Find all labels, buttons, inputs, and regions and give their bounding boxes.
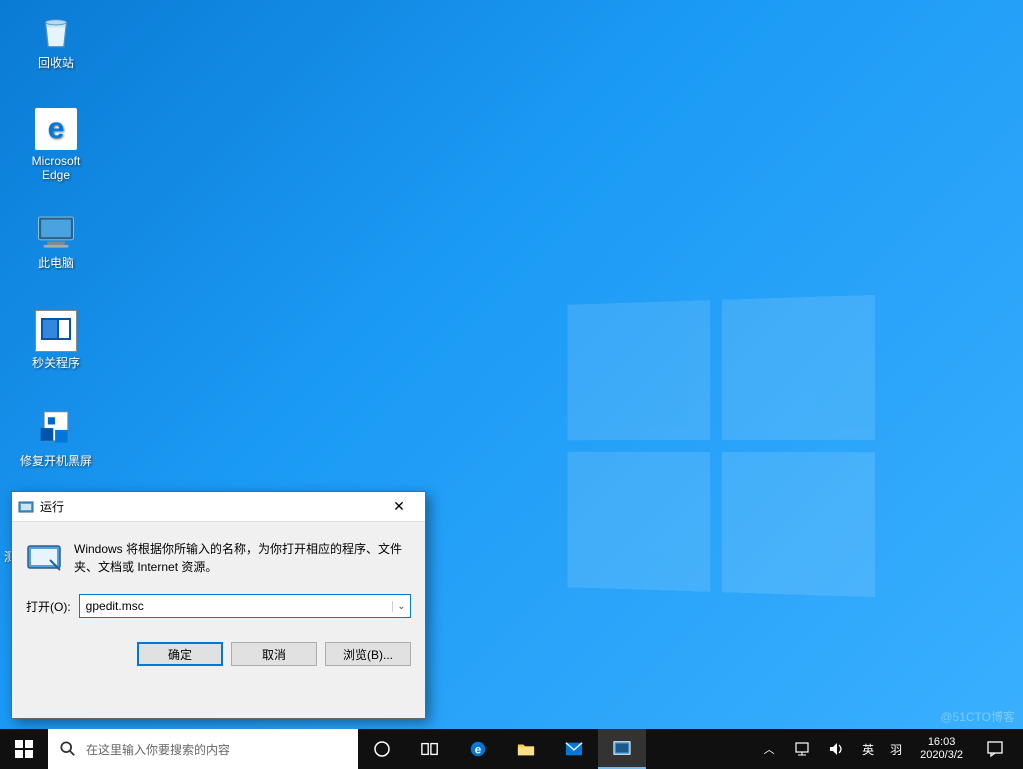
windows-icon	[15, 740, 33, 758]
desktop-icon-label: 此电脑	[18, 256, 94, 270]
cancel-button[interactable]: 取消	[231, 642, 317, 666]
cortana-icon	[373, 740, 391, 758]
taskbar-explorer[interactable]	[502, 729, 550, 769]
mail-icon	[565, 740, 583, 758]
tray-clock[interactable]: 16:03 2020/3/2	[910, 736, 973, 762]
run-icon	[18, 499, 34, 515]
close-icon: ✕	[393, 498, 405, 515]
taskbar-search[interactable]: 在这里输入你要搜索的内容	[48, 729, 358, 769]
run-dialog-description: Windows 将根据你所输入的名称，为你打开相应的程序、文件夹、文档或 Int…	[74, 540, 411, 576]
desktop-icon-label: 修复开机黑屏	[18, 454, 94, 468]
tray-network[interactable]	[786, 740, 820, 758]
svg-text:e: e	[475, 744, 482, 757]
run-dialog-icon	[26, 540, 62, 576]
this-pc-icon	[35, 210, 77, 252]
desktop-icon-label: Microsoft Edge	[18, 154, 94, 183]
app-icon	[35, 310, 77, 352]
app-icon	[35, 408, 77, 450]
edge-icon: e	[469, 740, 487, 758]
open-combobox[interactable]: ⌄	[79, 594, 411, 618]
run-dialog-title: 运行	[40, 498, 64, 515]
taskbar-run-active[interactable]	[598, 729, 646, 769]
tray-ime-mode[interactable]: 羽	[882, 741, 910, 758]
search-icon	[60, 741, 76, 757]
run-dialog: 运行 ✕ Windows 将根据你所输入的名称，为你打开相应的程序、文件夹、文档…	[11, 491, 426, 719]
search-placeholder: 在这里输入你要搜索的内容	[86, 741, 230, 758]
system-tray: ︿ 英 羽 16:03 2020/3/2	[752, 729, 1023, 769]
desktop-icon-seconds-shutdown[interactable]: 秒关程序	[18, 310, 94, 370]
clock-time: 16:03	[928, 736, 956, 749]
recycle-bin-icon	[35, 10, 77, 52]
desktop-icon-edge[interactable]: e Microsoft Edge	[18, 108, 94, 183]
cortana-button[interactable]	[358, 729, 406, 769]
desktop-icon-label: 秒关程序	[18, 356, 94, 370]
run-dialog-titlebar[interactable]: 运行 ✕	[12, 492, 425, 522]
taskbar: 在这里输入你要搜索的内容 e ︿ 英 羽 16:03 20	[0, 729, 1023, 769]
network-icon	[794, 740, 812, 758]
volume-icon	[828, 740, 846, 758]
taskbar-mail[interactable]	[550, 729, 598, 769]
task-view-icon	[421, 740, 439, 758]
edge-icon: e	[35, 108, 77, 150]
notification-icon	[986, 740, 1004, 758]
chevron-up-icon: ︿	[764, 741, 775, 757]
open-label: 打开(O):	[26, 598, 71, 615]
desktop-icon-fix-blackscreen[interactable]: 修复开机黑屏	[18, 408, 94, 468]
watermark: @51CTO博客	[940, 708, 1015, 725]
wallpaper-windows-logo	[567, 295, 875, 597]
desktop-icon-recycle-bin[interactable]: 回收站	[18, 10, 94, 70]
clock-date: 2020/3/2	[920, 749, 963, 762]
run-icon	[613, 739, 631, 757]
desktop-icon-this-pc[interactable]: 此电脑	[18, 210, 94, 270]
tray-ime-lang[interactable]: 英	[854, 741, 882, 758]
tray-overflow[interactable]: ︿	[752, 741, 786, 757]
action-center-button[interactable]	[973, 740, 1017, 758]
close-button[interactable]: ✕	[379, 493, 419, 521]
open-input[interactable]	[80, 599, 392, 613]
dropdown-button[interactable]: ⌄	[392, 601, 410, 612]
ok-button[interactable]: 确定	[137, 642, 223, 666]
desktop-icon-label: 回收站	[18, 56, 94, 70]
tray-volume[interactable]	[820, 740, 854, 758]
start-button[interactable]	[0, 729, 48, 769]
folder-icon	[517, 740, 535, 758]
browse-button[interactable]: 浏览(B)...	[325, 642, 411, 666]
taskbar-edge[interactable]: e	[454, 729, 502, 769]
chevron-down-icon: ⌄	[397, 601, 405, 612]
task-view-button[interactable]	[406, 729, 454, 769]
